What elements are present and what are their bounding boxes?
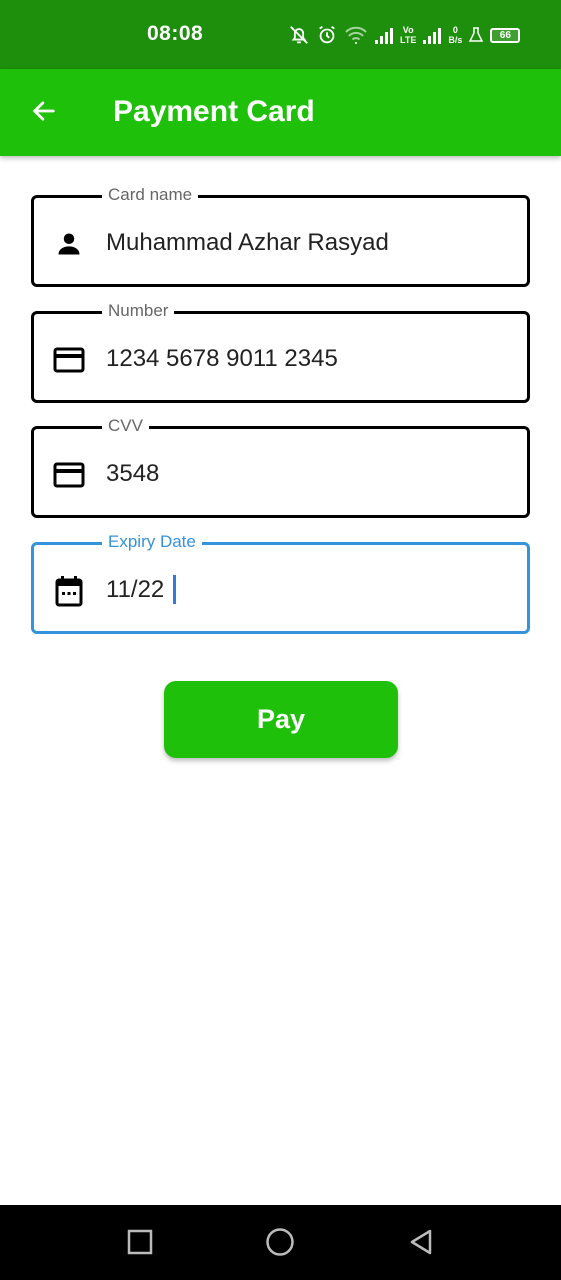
cvv-input[interactable] [106,454,506,494]
signal-icon [374,26,394,44]
battery-icon: 66 [490,27,521,43]
triangle-back-icon [408,1228,434,1261]
card-number-input[interactable] [106,339,506,379]
card-name-input[interactable] [106,223,506,263]
expiry-date-input[interactable] [106,570,506,610]
circle-icon [265,1227,295,1262]
wifi-icon [344,25,368,45]
person-icon [53,228,85,260]
card-number-label: Number [102,299,175,323]
expiry-date-field[interactable]: Expiry Date [31,530,530,634]
credit-card-icon [53,344,85,376]
cvv-field[interactable]: CVV [31,414,530,518]
system-nav-bar [0,1205,561,1280]
page-title: Payment Card [113,95,315,128]
back-button[interactable] [24,93,64,133]
calendar-icon [53,575,85,607]
network-type: Vo LTE [400,25,417,45]
status-bar: 08:08 Vo LTE 0 B/s 66 [0,0,561,69]
status-icons: Vo LTE 0 B/s 66 [288,20,521,50]
app-bar: Payment Card [0,69,561,156]
alarm-icon [316,24,338,46]
card-name-field[interactable]: Card name [31,183,530,287]
signal-icon-2 [422,26,442,44]
card-name-label: Card name [102,183,199,207]
status-time: 08:08 [147,22,204,45]
square-icon [127,1229,153,1260]
home-button[interactable] [263,1227,297,1261]
cvv-label: CVV [102,414,149,438]
network-speed: 0 B/s [448,25,463,45]
text-cursor [173,575,176,604]
card-number-field[interactable]: Number [31,299,530,403]
credit-card-icon [53,459,85,491]
lab-icon [468,26,484,44]
notifications-off-icon [288,24,310,46]
expiry-date-label: Expiry Date [102,530,202,554]
pay-button[interactable]: Pay [164,681,398,758]
nav-back-button[interactable] [404,1227,438,1261]
recents-button[interactable] [123,1227,157,1261]
arrow-back-icon [30,97,58,130]
